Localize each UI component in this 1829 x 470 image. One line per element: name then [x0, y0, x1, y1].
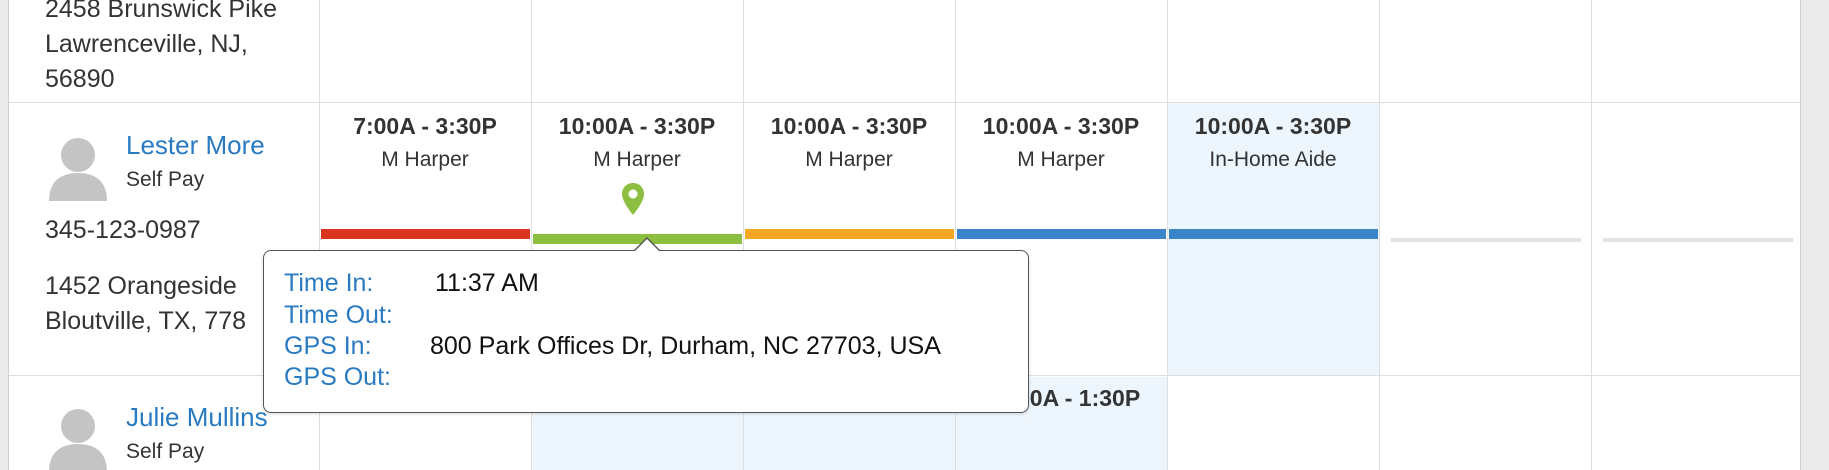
empty-status-bar	[1603, 238, 1793, 242]
popover-arrow	[633, 237, 661, 251]
gps-in-value: 800 Park Offices Dr, Durham, NC 27703, U…	[430, 332, 941, 360]
client-name-link[interactable]: Julie Mullins	[126, 402, 268, 433]
gps-out-label: GPS Out:	[284, 363, 391, 391]
shift-status-bar	[321, 229, 530, 239]
time-in-value: 11:37 AM	[435, 269, 539, 297]
map-pin-icon[interactable]	[621, 182, 645, 216]
client-address: 2458 Brunswick Pike Lawrenceville, NJ, 5…	[45, 0, 278, 93]
shift-status-bar	[745, 229, 954, 239]
shift-time-partial[interactable]: 30A - 1:30P	[1017, 384, 1140, 412]
shift-block[interactable]: 10:00A - 3:30P In-Home Aide	[1167, 112, 1379, 174]
shift-status-bar	[957, 229, 1166, 239]
client-payer: Self Pay	[126, 168, 205, 191]
shift-block[interactable]: 10:00A - 3:30P M Harper	[743, 112, 955, 174]
visit-details-popover: Time In: 11:37 AM Time Out: GPS In: 800 …	[263, 237, 1029, 413]
shift-status-bar	[1169, 229, 1378, 239]
client-phone: 345-123-0987	[45, 216, 201, 244]
avatar-placeholder-icon	[49, 409, 107, 470]
gps-in-label: GPS In:	[284, 332, 372, 360]
schedule-grid: 2458 Brunswick Pike Lawrenceville, NJ, 5…	[8, 0, 1801, 470]
client-name-link[interactable]: Lester More	[126, 130, 265, 161]
shift-block[interactable]: 10:00A - 3:30P M Harper	[955, 112, 1167, 174]
avatar-placeholder-icon	[49, 138, 107, 201]
shift-block[interactable]: 7:00A - 3:30P M Harper	[319, 112, 531, 174]
client-payer: Self Pay	[126, 440, 205, 463]
time-out-label: Time Out:	[284, 301, 393, 329]
client-address: 1452 Orangeside Bloutville, TX, 778	[45, 272, 247, 335]
empty-status-bar	[1391, 238, 1581, 242]
time-in-label: Time In:	[284, 269, 374, 297]
shift-block[interactable]: 10:00A - 3:30P M Harper	[531, 112, 743, 174]
